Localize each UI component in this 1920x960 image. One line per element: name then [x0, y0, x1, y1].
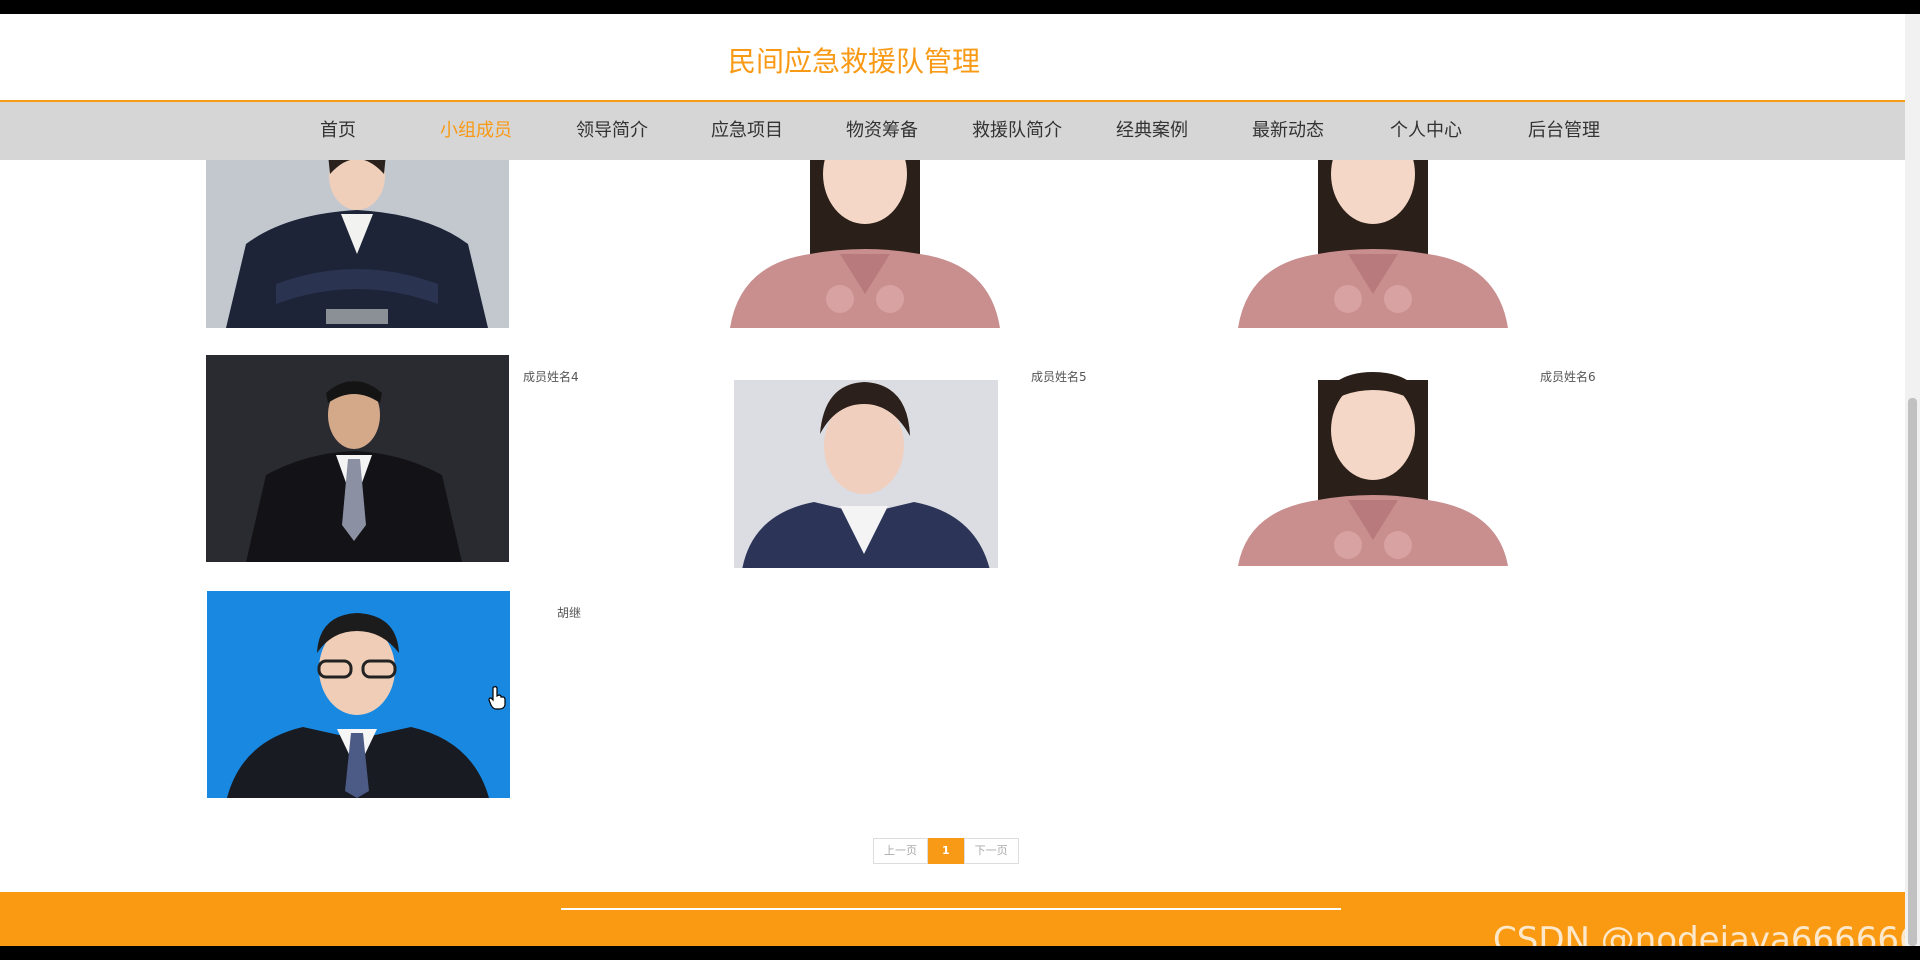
member-name-4: 成员姓名4	[523, 370, 579, 384]
member-name-6: 成员姓名6	[1540, 370, 1596, 384]
vertical-scrollbar[interactable]	[1905, 14, 1920, 946]
site-title: 民间应急救援队管理	[728, 45, 981, 78]
nav-item-members[interactable]: 小组成员	[432, 102, 520, 160]
nav-item-leaders[interactable]: 领导简介	[568, 102, 656, 160]
nav-item-home[interactable]: 首页	[300, 102, 376, 160]
site-header: 民间应急救援队管理	[0, 14, 1905, 102]
nav-item-supplies[interactable]: 物资筹备	[838, 102, 926, 160]
nav-item-team-intro[interactable]: 救援队简介	[962, 102, 1072, 160]
member-photo-1[interactable]	[206, 134, 509, 328]
nav-item-cases[interactable]: 经典案例	[1108, 102, 1196, 160]
prev-page-button[interactable]: 上一页	[873, 838, 928, 864]
page-1-button[interactable]: 1	[928, 838, 964, 864]
watermark: CSDN @nodejava666666	[1493, 920, 1905, 946]
nav-item-news[interactable]: 最新动态	[1244, 102, 1332, 160]
next-page-button[interactable]: 下一页	[963, 838, 1019, 864]
footer-divider	[561, 908, 1341, 910]
member-photo-7[interactable]	[207, 591, 510, 798]
member-photo-5[interactable]	[722, 364, 1012, 568]
member-photo-2[interactable]	[720, 134, 1010, 328]
hand-cursor-icon	[488, 686, 506, 714]
member-name-5: 成员姓名5	[1031, 370, 1087, 384]
scrollbar-thumb[interactable]	[1908, 398, 1917, 946]
nav-item-profile[interactable]: 个人中心	[1382, 102, 1470, 160]
browser-viewport: 成员姓名4 成员姓名5 成员姓名6 胡继 上一页 1 下一页 民间应急救援队管理…	[0, 14, 1905, 946]
pagination: 上一页 1 下一页	[873, 838, 1019, 864]
nav-item-admin[interactable]: 后台管理	[1520, 102, 1608, 160]
member-photo-3[interactable]	[1228, 134, 1518, 328]
member-name-7: 胡继	[557, 606, 582, 620]
member-photo-4[interactable]	[206, 355, 509, 562]
main-nav: 首页 小组成员 领导简介 应急项目 物资筹备 救援队简介 经典案例 最新动态 个…	[0, 102, 1905, 160]
member-photo-6[interactable]	[1228, 370, 1518, 566]
nav-item-projects[interactable]: 应急项目	[703, 102, 791, 160]
